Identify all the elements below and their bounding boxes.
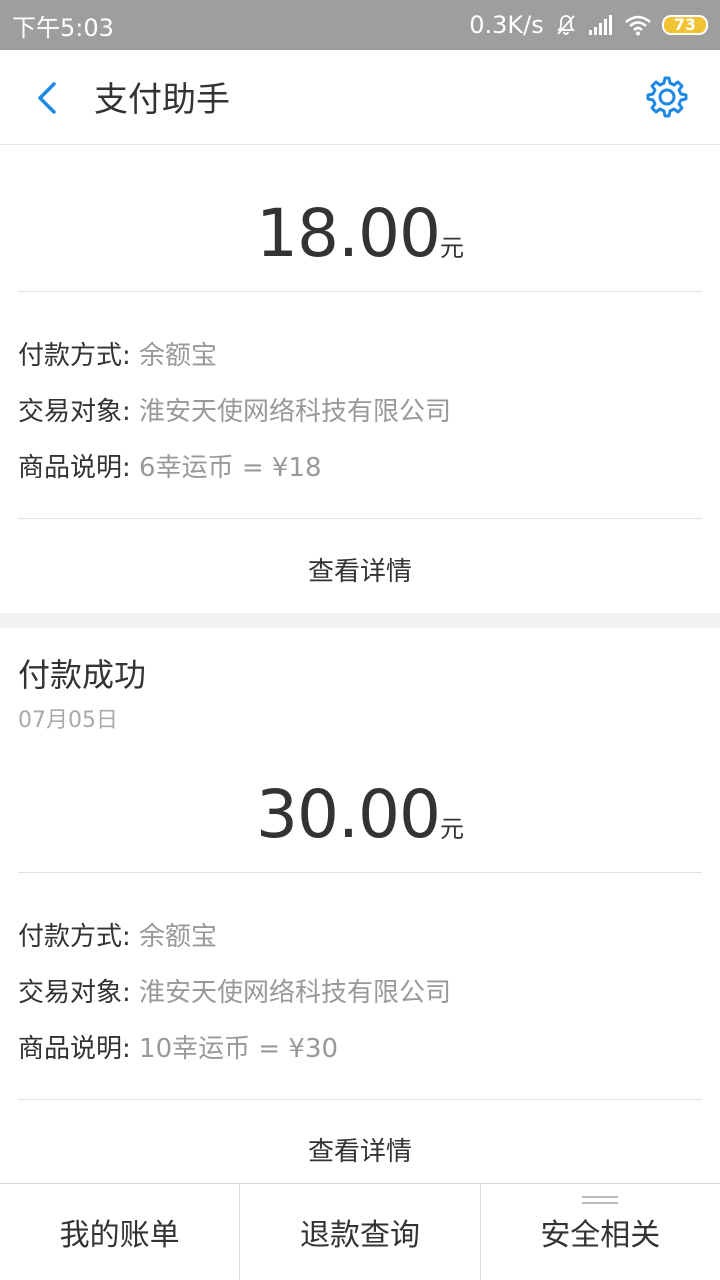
transaction-card: 付款成功 07月05日 30.00元 付款方式: 余额宝 交易对象: 淮安天使网… (0, 628, 720, 1183)
signal-icon (588, 15, 612, 35)
amount-unit: 元 (439, 815, 464, 843)
status-time: 下午5:03 (12, 13, 114, 42)
transaction-date: 07月05日 (18, 708, 118, 733)
tab-refund-query[interactable]: 退款查询 (240, 1184, 481, 1280)
tab-label: 退款查询 (299, 1218, 420, 1253)
trade-target-row: 交易对象: 淮安天使网络科技有限公司 (18, 391, 451, 428)
status-bar: 下午5:03 0.3K/s 73 (0, 0, 720, 50)
network-speed: 0.3K/s (469, 11, 544, 39)
trade-target-row: 交易对象: 淮安天使网络科技有限公司 (18, 972, 451, 1009)
amount-display: 18.00元 (0, 195, 720, 272)
product-desc-row: 商品说明: 10幸运币 = ¥30 (18, 1028, 338, 1065)
bottom-tab-bar: 我的账单 退款查询 安全相关 (0, 1183, 720, 1280)
tab-my-bills[interactable]: 我的账单 (0, 1184, 241, 1280)
mute-bell-icon (557, 15, 575, 35)
view-details-button[interactable]: 查看详情 (0, 551, 720, 588)
trade-target-label: 交易对象: (18, 397, 131, 427)
payment-method-value: 余额宝 (139, 341, 218, 371)
menu-lines-icon (582, 1196, 619, 1204)
tab-label: 我的账单 (59, 1218, 180, 1253)
product-desc-value: 6幸运币 = ¥18 (139, 453, 322, 483)
product-desc-row: 商品说明: 6幸运币 = ¥18 (18, 447, 322, 484)
trade-target-label: 交易对象: (18, 978, 131, 1008)
amount-unit: 元 (439, 234, 464, 262)
amount-value: 18.00 (256, 195, 441, 272)
divider (18, 518, 702, 519)
view-details-button[interactable]: 查看详情 (0, 1131, 720, 1168)
tab-label: 安全相关 (540, 1218, 661, 1253)
back-arrow-icon[interactable] (30, 78, 66, 118)
payment-method-row: 付款方式: 余额宝 (18, 335, 217, 372)
transaction-status: 付款成功 (18, 656, 147, 694)
divider (18, 1099, 702, 1100)
battery-indicator: 73 (661, 15, 708, 35)
trade-target-value: 淮安天使网络科技有限公司 (139, 978, 452, 1008)
amount-value: 30.00 (256, 776, 441, 853)
trade-target-value: 淮安天使网络科技有限公司 (139, 397, 452, 427)
header-bar: 支付助手 (0, 50, 720, 145)
payment-method-row: 付款方式: 余额宝 (18, 916, 217, 953)
page-title: 支付助手 (94, 80, 230, 120)
payment-method-label: 付款方式: (18, 922, 131, 952)
product-desc-label: 商品说明: (18, 1034, 131, 1064)
product-desc-label: 商品说明: (18, 453, 131, 483)
payment-method-value: 余额宝 (139, 922, 218, 952)
divider (18, 291, 702, 292)
amount-display: 30.00元 (0, 776, 720, 853)
product-desc-value: 10幸运币 = ¥30 (139, 1034, 339, 1064)
transaction-card: 18.00元 付款方式: 余额宝 交易对象: 淮安天使网络科技有限公司 商品说明… (0, 145, 720, 613)
settings-gear-icon[interactable] (644, 74, 690, 120)
tab-security[interactable]: 安全相关 (481, 1184, 720, 1280)
status-icons: 0.3K/s 73 (469, 11, 708, 39)
divider (18, 872, 702, 873)
wifi-icon (624, 15, 651, 36)
payment-method-label: 付款方式: (18, 341, 131, 371)
